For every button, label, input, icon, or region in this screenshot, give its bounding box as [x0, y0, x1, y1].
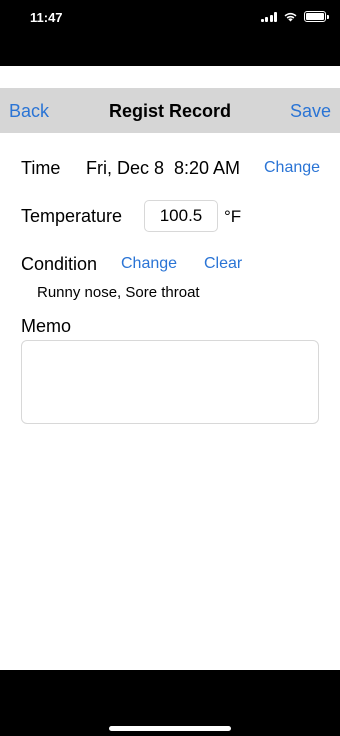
signal-icon	[260, 11, 277, 22]
temperature-label: Temperature	[21, 206, 123, 226]
memo-label: Memo	[21, 316, 72, 336]
memo-textarea[interactable]	[21, 340, 319, 424]
home-area	[0, 670, 340, 736]
time-label: Time	[21, 158, 61, 178]
status-bar: 11:47	[0, 0, 340, 66]
condition-clear-button[interactable]: Clear	[204, 255, 242, 273]
notch	[92, 0, 248, 26]
battery-icon	[304, 11, 329, 22]
app-screen: Back Regist Record Save Time Fri, Dec 8 …	[0, 66, 340, 670]
save-button[interactable]: Save	[290, 101, 331, 122]
navigation-bar: Back Regist Record Save	[0, 88, 340, 133]
condition-selected-text: Runny nose, Sore throat	[37, 284, 200, 301]
temperature-unit: °F	[224, 207, 242, 226]
home-indicator[interactable]	[109, 726, 231, 731]
wifi-icon	[284, 12, 297, 22]
condition-change-button[interactable]: Change	[121, 255, 177, 273]
status-time: 11:47	[30, 10, 63, 25]
temperature-input[interactable]	[144, 200, 218, 232]
time-change-button[interactable]: Change	[264, 159, 320, 177]
condition-label: Condition	[21, 254, 98, 274]
time-value: Fri, Dec 8 8:20 AM	[86, 158, 241, 178]
status-icons	[260, 11, 329, 22]
